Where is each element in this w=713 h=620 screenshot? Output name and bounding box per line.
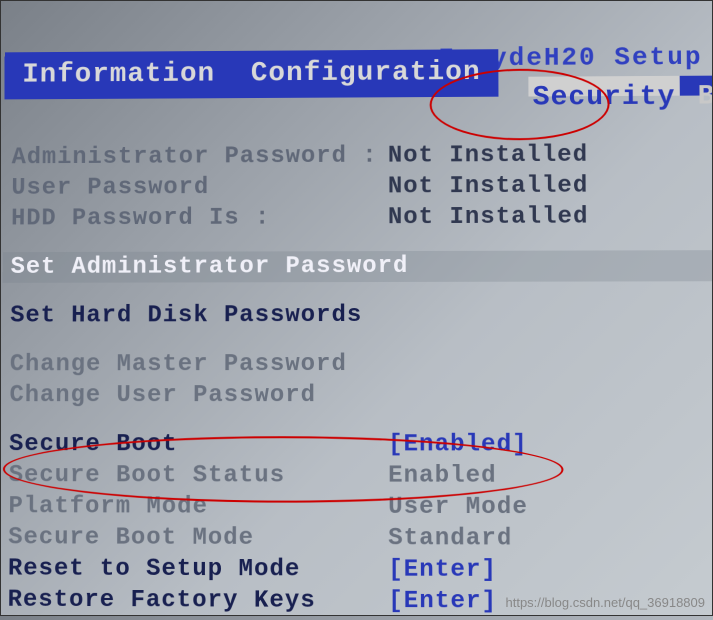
tab-bar: Information Configuration Security Boot — [4, 48, 713, 100]
tab-configuration[interactable]: Configuration — [233, 49, 499, 98]
secure-boot-value: [Enabled] — [388, 431, 708, 458]
content-area: Administrator Password : Not Installed U… — [0, 139, 713, 618]
set-admin-password[interactable]: Set Administrator Password — [3, 250, 713, 283]
secure-boot-status-label: Secure Boot Status — [9, 462, 388, 490]
user-password-row: User Password Not Installed — [3, 170, 713, 204]
user-password-value: Not Installed — [388, 172, 706, 200]
watermark: https://blog.csdn.net/qq_36918809 — [506, 595, 706, 610]
reset-setup-mode-value: [Enter] — [388, 556, 709, 584]
platform-mode-value: User Mode — [388, 494, 709, 522]
tab-boot[interactable]: Boot — [679, 75, 713, 95]
restore-factory-keys-label: Restore Factory Keys — [8, 587, 389, 616]
secure-boot-mode-label: Secure Boot Mode — [8, 524, 388, 552]
secure-boot-row[interactable]: Secure Boot [Enabled] — [1, 429, 713, 461]
secure-boot-mode-row: Secure Boot Mode Standard — [0, 522, 713, 555]
tab-security[interactable]: Security — [529, 76, 680, 97]
hdd-password-row: HDD Password Is : Not Installed — [3, 201, 713, 234]
set-hdd-passwords[interactable]: Set Hard Disk Passwords — [2, 299, 713, 331]
user-password-label: User Password — [11, 174, 388, 202]
secure-boot-mode-value: Standard — [388, 525, 709, 553]
bios-screen: InsydeH20 Setup Information Configuratio… — [0, 0, 713, 619]
secure-boot-label: Secure Boot — [9, 431, 388, 458]
hdd-password-label: HDD Password Is : — [11, 204, 388, 232]
change-master-password: Change Master Password — [2, 349, 713, 381]
secure-boot-status-row: Secure Boot Status Enabled — [1, 460, 713, 492]
reset-setup-mode-label: Reset to Setup Mode — [8, 555, 388, 583]
platform-mode-label: Platform Mode — [8, 493, 388, 521]
secure-boot-status-value: Enabled — [388, 462, 708, 490]
admin-password-label: Administrator Password : — [12, 143, 388, 171]
hdd-password-value: Not Installed — [388, 203, 706, 231]
admin-password-row: Administrator Password : Not Installed — [4, 139, 713, 173]
tab-information[interactable]: Information — [4, 51, 233, 100]
platform-mode-row: Platform Mode User Mode — [0, 491, 713, 523]
change-user-password: Change User Password — [1, 380, 713, 411]
admin-password-value: Not Installed — [388, 141, 706, 169]
reset-setup-mode-row[interactable]: Reset to Setup Mode [Enter] — [0, 553, 713, 586]
